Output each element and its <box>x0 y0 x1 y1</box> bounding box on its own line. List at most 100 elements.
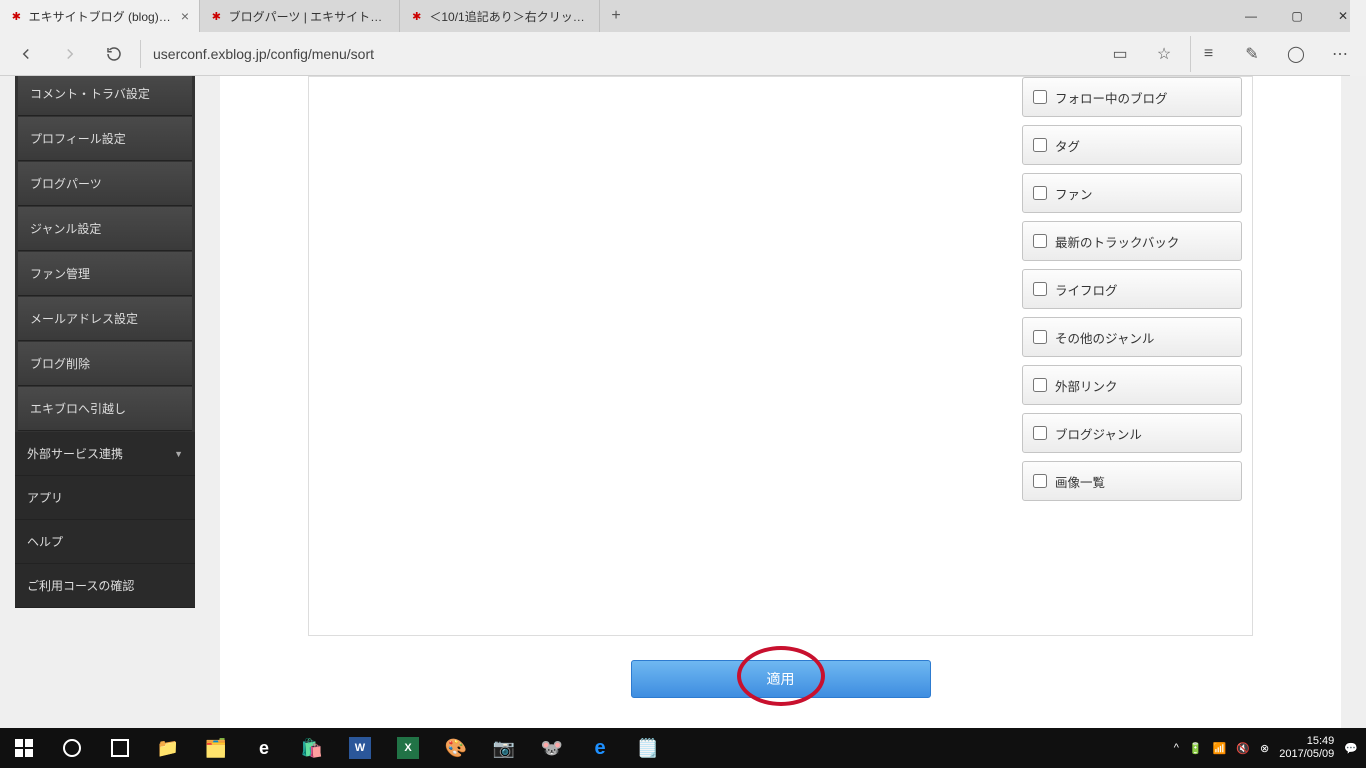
sidebar-label: ファン管理 <box>30 265 90 282</box>
config-panel: フォロー中のブログ タグ ファン 最新のトラックバック ライフログ その他のジャ… <box>308 76 1253 636</box>
option-item[interactable]: 最新のトラックバック <box>1022 221 1242 261</box>
maximize-button[interactable]: ▢ <box>1274 0 1320 32</box>
option-checkbox[interactable] <box>1033 282 1047 296</box>
option-checkbox[interactable] <box>1033 474 1047 488</box>
option-checkbox[interactable] <box>1033 90 1047 104</box>
sidebar-item[interactable]: プロフィール設定 <box>18 117 192 161</box>
url-text: userconf.exblog.jp/config/menu/sort <box>153 46 374 62</box>
option-item[interactable]: タグ <box>1022 125 1242 165</box>
start-button[interactable] <box>0 728 48 768</box>
option-item[interactable]: ブログジャンル <box>1022 413 1242 453</box>
favicon-icon: ✱ <box>210 9 223 23</box>
battery-icon[interactable]: 🔋 <box>1189 742 1203 755</box>
option-item[interactable]: ファン <box>1022 173 1242 213</box>
taskbar-app-icon[interactable]: 🗒️ <box>624 728 672 768</box>
option-checkbox[interactable] <box>1033 138 1047 152</box>
sidebar-item[interactable]: コメント・トラバ設定 <box>18 76 192 116</box>
sidebar-item[interactable]: アプリ <box>15 476 195 520</box>
share-icon[interactable]: ◯ <box>1278 36 1314 72</box>
minimize-button[interactable]: — <box>1228 0 1274 32</box>
refresh-button[interactable] <box>96 36 132 72</box>
tray-chevron-icon[interactable]: ^ <box>1174 742 1179 754</box>
taskbar-app-icon[interactable]: 📁 <box>144 728 192 768</box>
browser-tab-0[interactable]: ✱ エキサイトブログ (blog)|メニ × <box>0 0 200 32</box>
clock-time: 15:49 <box>1279 735 1334 748</box>
widget-options: フォロー中のブログ タグ ファン 最新のトラックバック ライフログ その他のジャ… <box>1022 77 1242 509</box>
sidebar-section-label: 外部サービス連携 <box>27 445 123 462</box>
reading-view-icon[interactable]: ▭ <box>1102 36 1138 72</box>
browser-tab-1[interactable]: ✱ ブログパーツ | エキサイトブログ <box>200 0 400 32</box>
ime-icon[interactable]: ⊗ <box>1260 742 1269 755</box>
option-label: フォロー中のブログ <box>1055 88 1168 107</box>
favorite-icon[interactable]: ☆ <box>1146 36 1182 72</box>
sidebar-item[interactable]: ファン管理 <box>18 252 192 296</box>
hub-icon[interactable]: ≡ <box>1190 36 1226 72</box>
taskbar-clock[interactable]: 15:49 2017/05/09 <box>1279 735 1334 761</box>
taskbar-app-icon[interactable]: 🐭 <box>528 728 576 768</box>
option-item[interactable]: フォロー中のブログ <box>1022 77 1242 117</box>
sidebar-label: アプリ <box>27 489 63 506</box>
sidebar-label: ブログ削除 <box>30 355 90 372</box>
browser-tab-2[interactable]: ✱ ＜10/1追記あり＞右クリックを <box>400 0 600 32</box>
sidebar-item[interactable]: メールアドレス設定 <box>18 297 192 341</box>
sidebar-item[interactable]: ご利用コースの確認 <box>15 564 195 608</box>
sidebar-section-header[interactable]: 外部サービス連携 ▼ <box>15 432 195 476</box>
sidebar-item[interactable]: ブログ削除 <box>18 342 192 386</box>
page-content: コメント・トラバ設定 プロフィール設定 ブログパーツ ジャンル設定 ファン管理 … <box>0 76 1366 728</box>
option-item[interactable]: その他のジャンル <box>1022 317 1242 357</box>
taskbar-app-icon[interactable]: 🛍️ <box>288 728 336 768</box>
tab-label: ＜10/1追記あり＞右クリックを <box>429 8 589 25</box>
option-checkbox[interactable] <box>1033 426 1047 440</box>
taskbar-app-icon[interactable]: 🎨 <box>432 728 480 768</box>
taskbar-edge-icon[interactable]: e <box>240 728 288 768</box>
sidebar-label: ジャンル設定 <box>30 220 101 237</box>
windows-taskbar: 📁 🗂️ e 🛍️ W X 🎨 📷 🐭 e 🗒️ ^ 🔋 📶 🔇 ⊗ 15:49… <box>0 728 1366 768</box>
back-button[interactable] <box>8 36 44 72</box>
option-label: 外部リンク <box>1055 376 1118 395</box>
sidebar-item[interactable]: ヘルプ <box>15 520 195 564</box>
task-view-button[interactable] <box>96 728 144 768</box>
option-label: ブログジャンル <box>1055 424 1142 443</box>
sidebar-item[interactable]: ブログパーツ <box>18 162 192 206</box>
sidebar-label: ブログパーツ <box>30 175 102 192</box>
taskbar-app-icon[interactable]: 🗂️ <box>192 728 240 768</box>
cortana-button[interactable] <box>48 728 96 768</box>
option-item[interactable]: 外部リンク <box>1022 365 1242 405</box>
volume-icon[interactable]: 🔇 <box>1236 742 1250 755</box>
taskbar-app-icon[interactable]: 📷 <box>480 728 528 768</box>
forward-button[interactable] <box>52 36 88 72</box>
main-area: フォロー中のブログ タグ ファン 最新のトラックバック ライフログ その他のジャ… <box>220 76 1341 728</box>
option-label: ファン <box>1055 184 1093 203</box>
close-tab-icon[interactable]: × <box>181 8 189 24</box>
settings-sidebar: コメント・トラバ設定 プロフィール設定 ブログパーツ ジャンル設定 ファン管理 … <box>15 76 195 608</box>
option-label: 画像一覧 <box>1055 472 1105 491</box>
tab-label: エキサイトブログ (blog)|メニ <box>29 8 171 25</box>
option-label: タグ <box>1055 136 1080 155</box>
taskbar-excel-icon[interactable]: X <box>384 728 432 768</box>
note-icon[interactable]: ✎ <box>1234 36 1270 72</box>
option-label: 最新のトラックバック <box>1055 232 1179 251</box>
option-checkbox[interactable] <box>1033 330 1047 344</box>
sidebar-label: コメント・トラバ設定 <box>30 85 150 102</box>
option-checkbox[interactable] <box>1033 378 1047 392</box>
sidebar-label: メールアドレス設定 <box>30 310 138 327</box>
sidebar-item[interactable]: ジャンル設定 <box>18 207 192 251</box>
url-field[interactable]: userconf.exblog.jp/config/menu/sort <box>140 40 1094 68</box>
action-center-icon[interactable]: 💬 <box>1344 742 1358 755</box>
clock-date: 2017/05/09 <box>1279 748 1334 761</box>
browser-chrome: ✱ エキサイトブログ (blog)|メニ × ✱ ブログパーツ | エキサイトブ… <box>0 0 1366 76</box>
taskbar-ie-icon[interactable]: e <box>576 728 624 768</box>
taskbar-word-icon[interactable]: W <box>336 728 384 768</box>
favicon-icon: ✱ <box>410 9 423 23</box>
option-checkbox[interactable] <box>1033 234 1047 248</box>
tab-strip: ✱ エキサイトブログ (blog)|メニ × ✱ ブログパーツ | エキサイトブ… <box>0 0 1366 32</box>
sidebar-item[interactable]: エキブロへ引越し <box>18 387 192 431</box>
option-item[interactable]: ライフログ <box>1022 269 1242 309</box>
wifi-icon[interactable]: 📶 <box>1213 742 1227 755</box>
chevron-down-icon: ▼ <box>174 449 183 459</box>
option-checkbox[interactable] <box>1033 186 1047 200</box>
sidebar-label: エキブロへ引越し <box>30 400 126 417</box>
new-tab-button[interactable]: + <box>600 7 632 25</box>
option-item[interactable]: 画像一覧 <box>1022 461 1242 501</box>
apply-button[interactable]: 適用 <box>631 660 931 698</box>
